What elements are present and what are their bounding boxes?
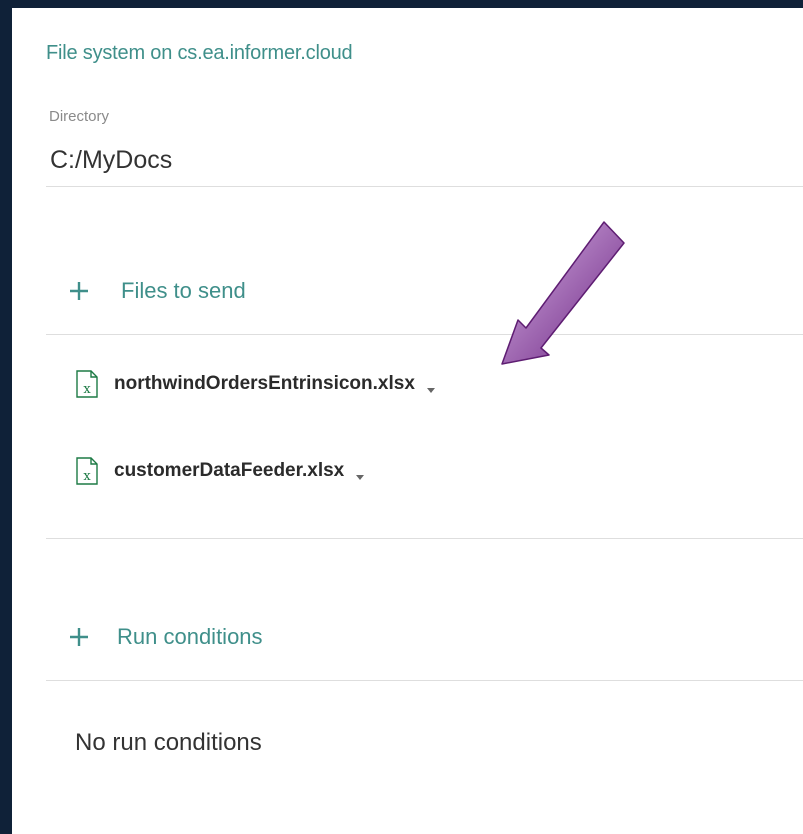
xlsx-file-icon: x (76, 370, 98, 398)
caret-down-icon[interactable] (426, 380, 435, 393)
plus-icon (67, 279, 91, 303)
files-header-divider (46, 334, 803, 335)
directory-field[interactable]: C:/MyDocs (50, 146, 172, 175)
file-name: northwindOrdersEntrinsicon.xlsx (114, 373, 415, 394)
add-run-condition-button[interactable]: Run conditions (67, 624, 263, 650)
no-run-conditions-text: No run conditions (75, 729, 262, 756)
xlsx-file-icon: x (76, 457, 98, 485)
file-name: customerDataFeeder.xlsx (114, 460, 345, 481)
file-item[interactable]: x northwindOrdersEntrinsicon.xlsx (76, 370, 435, 398)
run-conditions-label: Run conditions (117, 624, 263, 649)
caret-down-icon[interactable] (356, 467, 365, 480)
svg-text:x: x (83, 382, 91, 397)
files-to-send-label: Files to send (121, 278, 246, 303)
file-system-panel: File system on cs.ea.informer.cloud Dire… (12, 8, 803, 834)
directory-underline (46, 186, 803, 187)
directory-label: Directory (49, 108, 110, 125)
panel-title: File system on cs.ea.informer.cloud (46, 42, 353, 64)
svg-text:x: x (83, 469, 91, 484)
file-item[interactable]: x customerDataFeeder.xlsx (76, 457, 365, 485)
conditions-header-divider (46, 680, 803, 681)
files-section-divider (46, 538, 803, 539)
plus-icon (67, 625, 91, 649)
add-files-button[interactable]: Files to send (67, 278, 246, 304)
